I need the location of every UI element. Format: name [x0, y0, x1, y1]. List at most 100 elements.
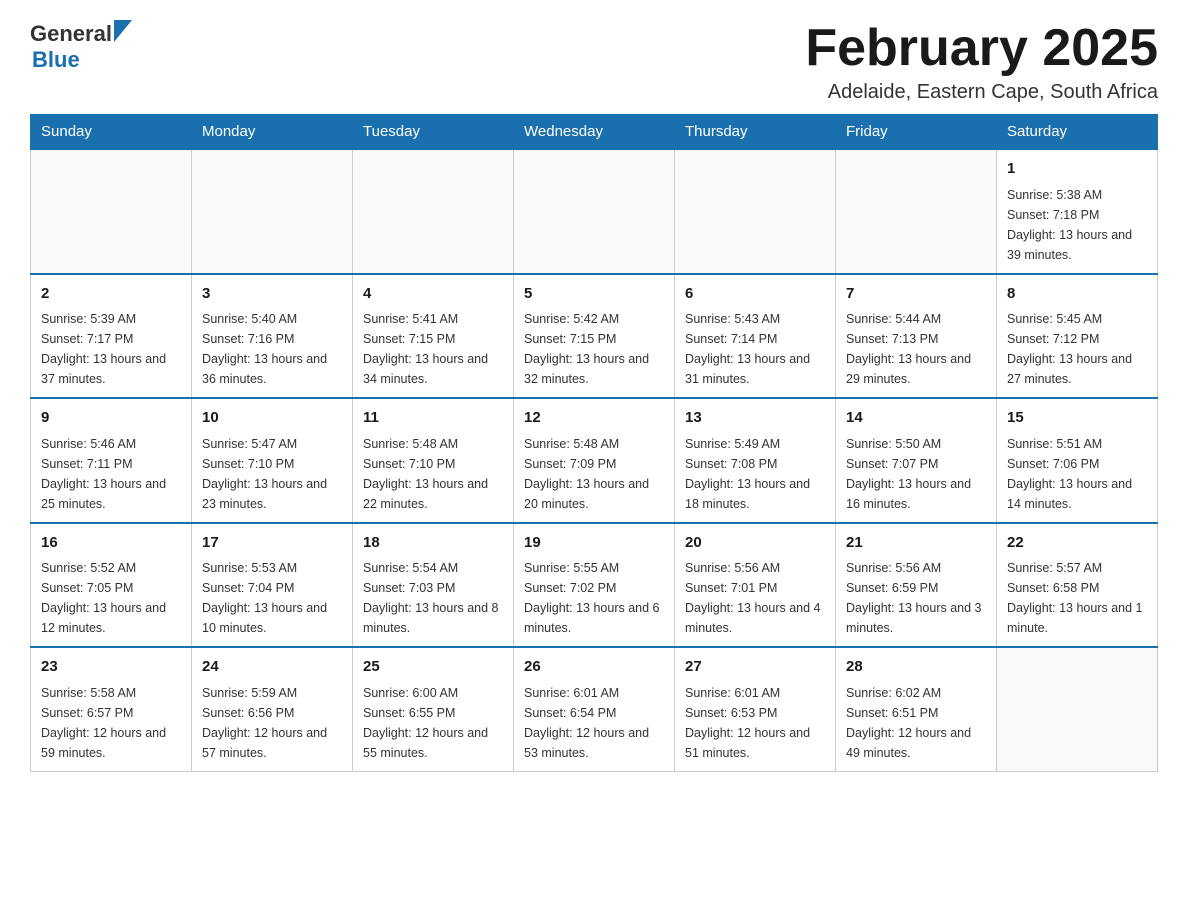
logo-blue-text: Blue	[32, 47, 80, 72]
day-info: Sunrise: 5:55 AMSunset: 7:02 PMDaylight:…	[524, 558, 664, 638]
day-info: Sunrise: 5:58 AMSunset: 6:57 PMDaylight:…	[41, 683, 181, 763]
day-info: Sunrise: 5:54 AMSunset: 7:03 PMDaylight:…	[363, 558, 503, 638]
day-header-friday: Friday	[836, 115, 997, 150]
day-number: 7	[846, 283, 986, 306]
day-number: 10	[202, 407, 342, 430]
day-number: 4	[363, 283, 503, 306]
day-info: Sunrise: 6:01 AMSunset: 6:53 PMDaylight:…	[685, 683, 825, 763]
calendar-cell: 9Sunrise: 5:46 AMSunset: 7:11 PMDaylight…	[31, 398, 192, 523]
day-number: 19	[524, 532, 664, 555]
day-number: 12	[524, 407, 664, 430]
day-header-thursday: Thursday	[675, 115, 836, 150]
calendar-cell: 23 Sunrise: 5:58 AMSunset: 6:57 PMDayligh…	[31, 647, 192, 771]
day-number: 16	[41, 532, 181, 555]
week-row-1: 1Sunrise: 5:38 AMSunset: 7:18 PMDaylight…	[31, 149, 1158, 274]
page-header: General Blue February 2025 Adelaide, Eas…	[30, 20, 1158, 104]
calendar-cell	[31, 149, 192, 274]
location-subtitle: Adelaide, Eastern Cape, South Africa	[805, 81, 1158, 104]
day-number: 2	[41, 283, 181, 306]
day-number: 21	[846, 532, 986, 555]
day-info: Sunrise: 5:45 AMSunset: 7:12 PMDaylight:…	[1007, 309, 1147, 389]
day-number: 20	[685, 532, 825, 555]
title-block: February 2025 Adelaide, Eastern Cape, So…	[805, 20, 1158, 104]
calendar-cell: 3Sunrise: 5:40 AMSunset: 7:16 PMDaylight…	[192, 274, 353, 399]
day-number: 23	[41, 656, 181, 679]
week-row-5: 23 Sunrise: 5:58 AMSunset: 6:57 PMDayligh…	[31, 647, 1158, 771]
day-info: Sunrise: 5:57 AMSunset: 6:58 PMDaylight:…	[1007, 558, 1147, 638]
month-title: February 2025	[805, 20, 1158, 77]
calendar-cell: 13Sunrise: 5:49 AMSunset: 7:08 PMDayligh…	[675, 398, 836, 523]
day-info: Sunrise: 5:52 AMSunset: 7:05 PMDaylight:…	[41, 558, 181, 638]
calendar-cell: 14 Sunrise: 5:50 AMSunset: 7:07 PMDayligh…	[836, 398, 997, 523]
day-info: Sunrise: 5:43 AMSunset: 7:14 PMDaylight:…	[685, 309, 825, 389]
day-number: 22	[1007, 532, 1147, 555]
day-info: Sunrise: 5:46 AMSunset: 7:11 PMDaylight:…	[41, 434, 181, 514]
week-row-4: 16 Sunrise: 5:52 AMSunset: 7:05 PMDayligh…	[31, 523, 1158, 648]
calendar-cell: 4 Sunrise: 5:41 AMSunset: 7:15 PMDaylight…	[353, 274, 514, 399]
day-number: 24	[202, 656, 342, 679]
day-header-sunday: Sunday	[31, 115, 192, 150]
day-number: 3	[202, 283, 342, 306]
calendar-cell: 21 Sunrise: 5:56 AMSunset: 6:59 PMDayligh…	[836, 523, 997, 648]
logo: General Blue	[30, 20, 132, 73]
day-info: Sunrise: 5:50 AMSunset: 7:07 PMDaylight:…	[846, 434, 986, 514]
day-number: 28	[846, 656, 986, 679]
day-info: Sunrise: 5:39 AMSunset: 7:17 PMDaylight:…	[41, 309, 181, 389]
day-number: 26	[524, 656, 664, 679]
day-info: Sunrise: 5:48 AMSunset: 7:10 PMDaylight:…	[363, 434, 503, 514]
day-number: 17	[202, 532, 342, 555]
calendar-cell: 5 Sunrise: 5:42 AMSunset: 7:15 PMDaylight…	[514, 274, 675, 399]
calendar-cell	[997, 647, 1158, 771]
calendar-cell	[675, 149, 836, 274]
calendar-cell: 12 Sunrise: 5:48 AMSunset: 7:09 PMDayligh…	[514, 398, 675, 523]
day-header-saturday: Saturday	[997, 115, 1158, 150]
calendar-cell: 28 Sunrise: 6:02 AMSunset: 6:51 PMDayligh…	[836, 647, 997, 771]
day-info: Sunrise: 5:41 AMSunset: 7:15 PMDaylight:…	[363, 309, 503, 389]
calendar-cell: 7Sunrise: 5:44 AMSunset: 7:13 PMDaylight…	[836, 274, 997, 399]
day-number: 11	[363, 407, 503, 430]
day-info: Sunrise: 5:42 AMSunset: 7:15 PMDaylight:…	[524, 309, 664, 389]
logo-general-text: General	[30, 21, 112, 47]
calendar-cell: 26 Sunrise: 6:01 AMSunset: 6:54 PMDayligh…	[514, 647, 675, 771]
calendar-cell	[836, 149, 997, 274]
calendar-cell: 27 Sunrise: 6:01 AMSunset: 6:53 PMDayligh…	[675, 647, 836, 771]
logo-triangle-icon	[114, 20, 132, 42]
day-number: 6	[685, 283, 825, 306]
day-number: 5	[524, 283, 664, 306]
calendar-cell: 19 Sunrise: 5:55 AMSunset: 7:02 PMDayligh…	[514, 523, 675, 648]
calendar-cell	[353, 149, 514, 274]
calendar-header-row: SundayMondayTuesdayWednesdayThursdayFrid…	[31, 115, 1158, 150]
calendar-cell: 22 Sunrise: 5:57 AMSunset: 6:58 PMDayligh…	[997, 523, 1158, 648]
calendar-cell: 6 Sunrise: 5:43 AMSunset: 7:14 PMDaylight…	[675, 274, 836, 399]
calendar-cell: 16 Sunrise: 5:52 AMSunset: 7:05 PMDayligh…	[31, 523, 192, 648]
day-number: 14	[846, 407, 986, 430]
calendar-cell: 2 Sunrise: 5:39 AMSunset: 7:17 PMDaylight…	[31, 274, 192, 399]
day-header-monday: Monday	[192, 115, 353, 150]
day-info: Sunrise: 5:59 AMSunset: 6:56 PMDaylight:…	[202, 683, 342, 763]
day-info: Sunrise: 5:49 AMSunset: 7:08 PMDaylight:…	[685, 434, 825, 514]
day-number: 25	[363, 656, 503, 679]
calendar-cell: 1Sunrise: 5:38 AMSunset: 7:18 PMDaylight…	[997, 149, 1158, 274]
calendar-table: SundayMondayTuesdayWednesdayThursdayFrid…	[30, 114, 1158, 772]
day-number: 18	[363, 532, 503, 555]
day-info: Sunrise: 5:48 AMSunset: 7:09 PMDaylight:…	[524, 434, 664, 514]
calendar-cell	[192, 149, 353, 274]
calendar-cell: 11 Sunrise: 5:48 AMSunset: 7:10 PMDayligh…	[353, 398, 514, 523]
day-info: Sunrise: 5:51 AMSunset: 7:06 PMDaylight:…	[1007, 434, 1147, 514]
week-row-2: 2 Sunrise: 5:39 AMSunset: 7:17 PMDaylight…	[31, 274, 1158, 399]
week-row-3: 9Sunrise: 5:46 AMSunset: 7:11 PMDaylight…	[31, 398, 1158, 523]
calendar-cell	[514, 149, 675, 274]
day-number: 8	[1007, 283, 1147, 306]
day-header-wednesday: Wednesday	[514, 115, 675, 150]
day-info: Sunrise: 6:01 AMSunset: 6:54 PMDaylight:…	[524, 683, 664, 763]
day-info: Sunrise: 5:56 AMSunset: 6:59 PMDaylight:…	[846, 558, 986, 638]
day-info: Sunrise: 6:02 AMSunset: 6:51 PMDaylight:…	[846, 683, 986, 763]
day-number: 1	[1007, 158, 1147, 181]
calendar-cell: 18 Sunrise: 5:54 AMSunset: 7:03 PMDayligh…	[353, 523, 514, 648]
calendar-cell: 8 Sunrise: 5:45 AMSunset: 7:12 PMDaylight…	[997, 274, 1158, 399]
day-number: 27	[685, 656, 825, 679]
calendar-cell: 25Sunrise: 6:00 AMSunset: 6:55 PMDayligh…	[353, 647, 514, 771]
day-info: Sunrise: 5:47 AMSunset: 7:10 PMDaylight:…	[202, 434, 342, 514]
day-info: Sunrise: 5:56 AMSunset: 7:01 PMDaylight:…	[685, 558, 825, 638]
day-number: 15	[1007, 407, 1147, 430]
